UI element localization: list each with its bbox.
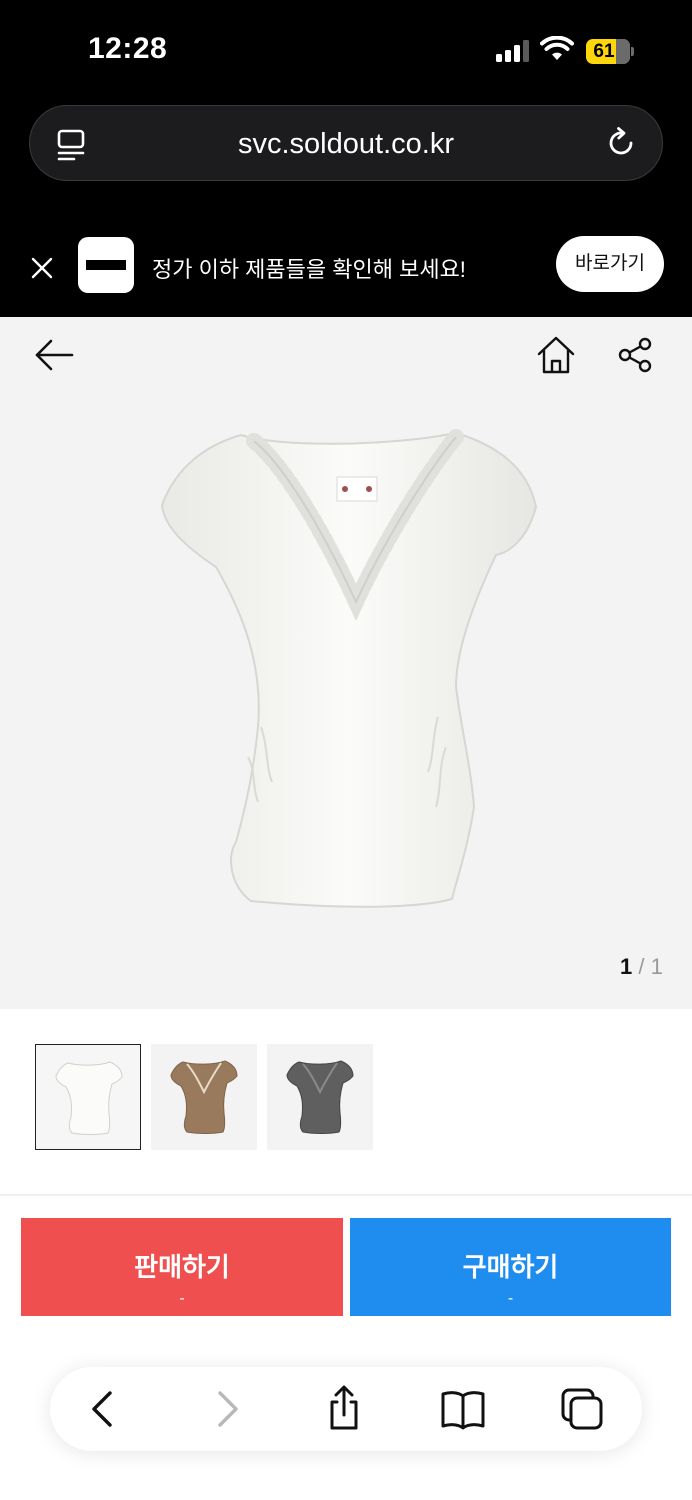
bookmarks-icon[interactable] bbox=[439, 1385, 487, 1433]
cellular-signal-icon bbox=[496, 40, 529, 62]
pager-total: 1 bbox=[650, 954, 663, 979]
tabs-icon[interactable] bbox=[558, 1385, 606, 1433]
buy-button[interactable]: 구매하기 - bbox=[350, 1218, 671, 1316]
status-time: 12:28 bbox=[88, 32, 168, 65]
sell-label: 판매하기 bbox=[134, 1251, 230, 1282]
thumbnail-brown[interactable] bbox=[151, 1044, 257, 1150]
status-bar: 12:28 61 bbox=[0, 0, 692, 100]
go-button[interactable]: 바로가기 bbox=[556, 236, 664, 292]
forward-icon[interactable] bbox=[202, 1385, 250, 1433]
product-image-viewer[interactable]: 1 / 1 bbox=[0, 317, 692, 1009]
image-pager: 1 / 1 bbox=[620, 954, 663, 980]
pager-current: 1 bbox=[620, 954, 633, 979]
address-bar[interactable]: svc.soldout.co.kr bbox=[29, 105, 663, 181]
thumbnail-grey-image bbox=[286, 1060, 354, 1134]
sell-price: - bbox=[179, 1289, 185, 1307]
browser-address-area: svc.soldout.co.kr bbox=[0, 100, 692, 220]
buy-label: 구매하기 bbox=[462, 1251, 559, 1282]
wifi-icon bbox=[540, 36, 574, 60]
banner-message: 정가 이하 제품들을 확인해 보세요! bbox=[152, 257, 466, 282]
buy-price: - bbox=[507, 1289, 514, 1307]
share-icon[interactable] bbox=[616, 335, 656, 375]
sell-button[interactable]: 판매하기 - bbox=[21, 1218, 343, 1316]
product-image bbox=[160, 429, 538, 908]
battery-indicator: 61 bbox=[586, 39, 634, 64]
back-arrow-icon[interactable] bbox=[34, 337, 74, 373]
home-icon[interactable] bbox=[536, 335, 576, 375]
pager-separator: / bbox=[632, 954, 651, 979]
battery-level: 61 bbox=[593, 41, 615, 62]
thumbnail-white-image bbox=[55, 1061, 123, 1135]
app-logo-icon bbox=[78, 237, 134, 293]
divider bbox=[0, 1194, 692, 1196]
reload-icon[interactable] bbox=[606, 126, 638, 160]
browser-toolbar bbox=[50, 1367, 642, 1451]
back-icon[interactable] bbox=[80, 1385, 128, 1433]
thumbnail-grey[interactable] bbox=[267, 1044, 373, 1150]
share-sheet-icon[interactable] bbox=[320, 1385, 368, 1433]
url-text[interactable]: svc.soldout.co.kr bbox=[30, 128, 662, 161]
thumbnail-strip bbox=[0, 1044, 692, 1150]
thumbnail-white[interactable] bbox=[35, 1044, 141, 1150]
close-icon[interactable] bbox=[28, 254, 56, 282]
promo-banner: 정가 이하 제품들을 확인해 보세요! 바로가기 bbox=[0, 220, 692, 317]
thumbnail-brown-image bbox=[170, 1060, 238, 1134]
